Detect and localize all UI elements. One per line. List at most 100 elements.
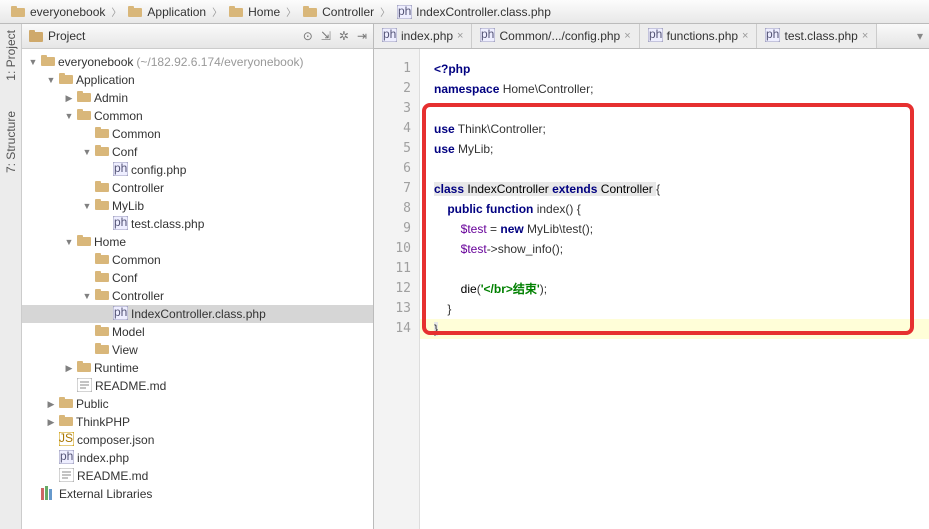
folder-icon (95, 199, 109, 213)
tree-node[interactable]: ▼Conf (22, 143, 373, 161)
gear-icon[interactable]: ✲ (339, 29, 349, 43)
tree-node[interactable]: ▼Controller (22, 287, 373, 305)
project-icon (28, 28, 44, 44)
php-icon: php (396, 4, 412, 20)
line-number: 9 (374, 219, 419, 239)
svg-text:php: php (766, 28, 780, 41)
code-line[interactable]: namespace Home\Controller; (434, 79, 929, 99)
tree-node[interactable]: phpindex.php (22, 449, 373, 467)
gutter: 1234567891011121314 (374, 49, 420, 529)
tree-label: View (112, 343, 138, 357)
tree-node[interactable]: phpconfig.php (22, 161, 373, 179)
folder-icon (77, 91, 91, 105)
tabs-overflow[interactable]: ▾ (911, 24, 929, 48)
rail-structure[interactable]: 7: Structure (4, 111, 18, 173)
php-icon: php (59, 450, 74, 467)
disclosure-arrow-icon[interactable]: ▶ (46, 417, 56, 428)
disclosure-arrow-icon[interactable]: ▼ (82, 147, 92, 157)
breadcrumb: everyonebook〉Application〉Home〉Controller… (0, 0, 929, 24)
disclosure-arrow-icon[interactable]: ▼ (64, 237, 74, 247)
disclosure-arrow-icon[interactable]: ▼ (64, 111, 74, 121)
editor-area: phpindex.php×phpCommon/.../config.php×ph… (374, 24, 929, 529)
tree-node[interactable]: ▶ Runtime (22, 359, 373, 377)
code-line[interactable] (434, 159, 929, 179)
collapse-icon[interactable]: ⇲ (321, 29, 331, 43)
project-tree[interactable]: ▼everyonebook (~/182.92.6.174/everyonebo… (22, 49, 373, 529)
tree-node[interactable]: View (22, 341, 373, 359)
disclosure-arrow-icon[interactable]: ▼ (82, 201, 92, 211)
editor-tab[interactable]: phpCommon/.../config.php× (472, 24, 639, 48)
tree-node[interactable]: Controller (22, 179, 373, 197)
tree-node[interactable]: Common (22, 125, 373, 143)
tree-node[interactable]: ▼Common (22, 107, 373, 125)
breadcrumb-item[interactable]: Application (123, 4, 210, 20)
code-line[interactable]: class IndexController extends Controller… (434, 179, 929, 199)
tree-node[interactable]: JSONcomposer.json (22, 431, 373, 449)
tree-node[interactable]: README.md (22, 467, 373, 485)
hide-icon[interactable]: ⇥ (357, 29, 367, 43)
code-line[interactable]: } (434, 319, 929, 339)
tree-label: test.class.php (131, 217, 204, 231)
tree-node[interactable]: phpIndexController.class.php (22, 305, 373, 323)
code-line[interactable]: $test->show_info(); (434, 239, 929, 259)
project-title: Project (48, 29, 85, 43)
tree-node[interactable]: ▶ThinkPHP (22, 413, 373, 431)
code-line[interactable]: $test = new MyLib\test(); (434, 219, 929, 239)
line-number: 7 (374, 179, 419, 199)
tree-node[interactable]: Conf (22, 269, 373, 287)
php-icon: php (382, 28, 397, 45)
folder-icon (95, 325, 109, 339)
tree-node[interactable]: External Libraries (22, 485, 373, 503)
disclosure-arrow-icon[interactable]: ▼ (82, 291, 92, 301)
tree-label: Common (112, 127, 161, 141)
breadcrumb-item[interactable]: Controller (298, 4, 378, 20)
editor-tab[interactable]: phptest.class.php× (757, 24, 877, 48)
tree-node[interactable]: Common (22, 251, 373, 269)
folder-icon (59, 415, 73, 429)
editor-tab[interactable]: phpfunctions.php× (640, 24, 758, 48)
close-icon[interactable]: × (624, 30, 630, 42)
code-line[interactable]: <?php (434, 59, 929, 79)
tree-label: Public (76, 397, 109, 411)
editor-tab[interactable]: phpindex.php× (374, 24, 472, 48)
line-number: 2 (374, 79, 419, 99)
code-line[interactable] (434, 99, 929, 119)
md-icon (77, 378, 92, 395)
breadcrumb-item[interactable]: everyonebook (6, 4, 109, 20)
chevron-right-icon: 〉 (380, 4, 390, 19)
disclosure-arrow-icon[interactable]: ▶ (64, 363, 74, 374)
close-icon[interactable]: × (742, 30, 748, 42)
rail-project[interactable]: 1: Project (4, 30, 18, 81)
tree-node[interactable]: ▼everyonebook (~/182.92.6.174/everyonebo… (22, 53, 373, 71)
code-line[interactable]: die('</br>结束'); (434, 279, 929, 299)
code-content[interactable]: <?phpnamespace Home\Controller; use Think… (420, 49, 929, 529)
disclosure-arrow-icon[interactable]: ▼ (46, 75, 56, 85)
locate-icon[interactable]: ⊙ (303, 29, 313, 43)
tree-node[interactable]: ▼Home (22, 233, 373, 251)
tree-node[interactable]: ▼MyLib (22, 197, 373, 215)
tree-node[interactable]: ▶Admin (22, 89, 373, 107)
disclosure-arrow-icon[interactable]: ▶ (46, 399, 56, 410)
code-line[interactable]: use MyLib; (434, 139, 929, 159)
line-number: 4 (374, 119, 419, 139)
breadcrumb-item[interactable]: phpIndexController.class.php (392, 4, 555, 20)
code-editor[interactable]: 1234567891011121314 <?phpnamespace Home\… (374, 49, 929, 529)
line-number: 12 (374, 279, 419, 299)
close-icon[interactable]: × (457, 30, 463, 42)
code-line[interactable] (434, 259, 929, 279)
code-line[interactable]: public function index() { (434, 199, 929, 219)
tree-node[interactable]: ▼Application (22, 71, 373, 89)
tree-node[interactable]: ▶ Public (22, 395, 373, 413)
code-line[interactable]: use Think\Controller; (434, 119, 929, 139)
tree-node[interactable]: README.md (22, 377, 373, 395)
tree-label: everyonebook (58, 55, 133, 69)
tree-node[interactable]: Model (22, 323, 373, 341)
breadcrumb-item[interactable]: Home (224, 4, 284, 20)
tree-label: Runtime (94, 361, 139, 375)
disclosure-arrow-icon[interactable]: ▼ (28, 57, 38, 67)
line-number: 3 (374, 99, 419, 119)
close-icon[interactable]: × (862, 30, 868, 42)
disclosure-arrow-icon[interactable]: ▶ (64, 93, 74, 104)
code-line[interactable]: } (434, 299, 929, 319)
tree-node[interactable]: phptest.class.php (22, 215, 373, 233)
